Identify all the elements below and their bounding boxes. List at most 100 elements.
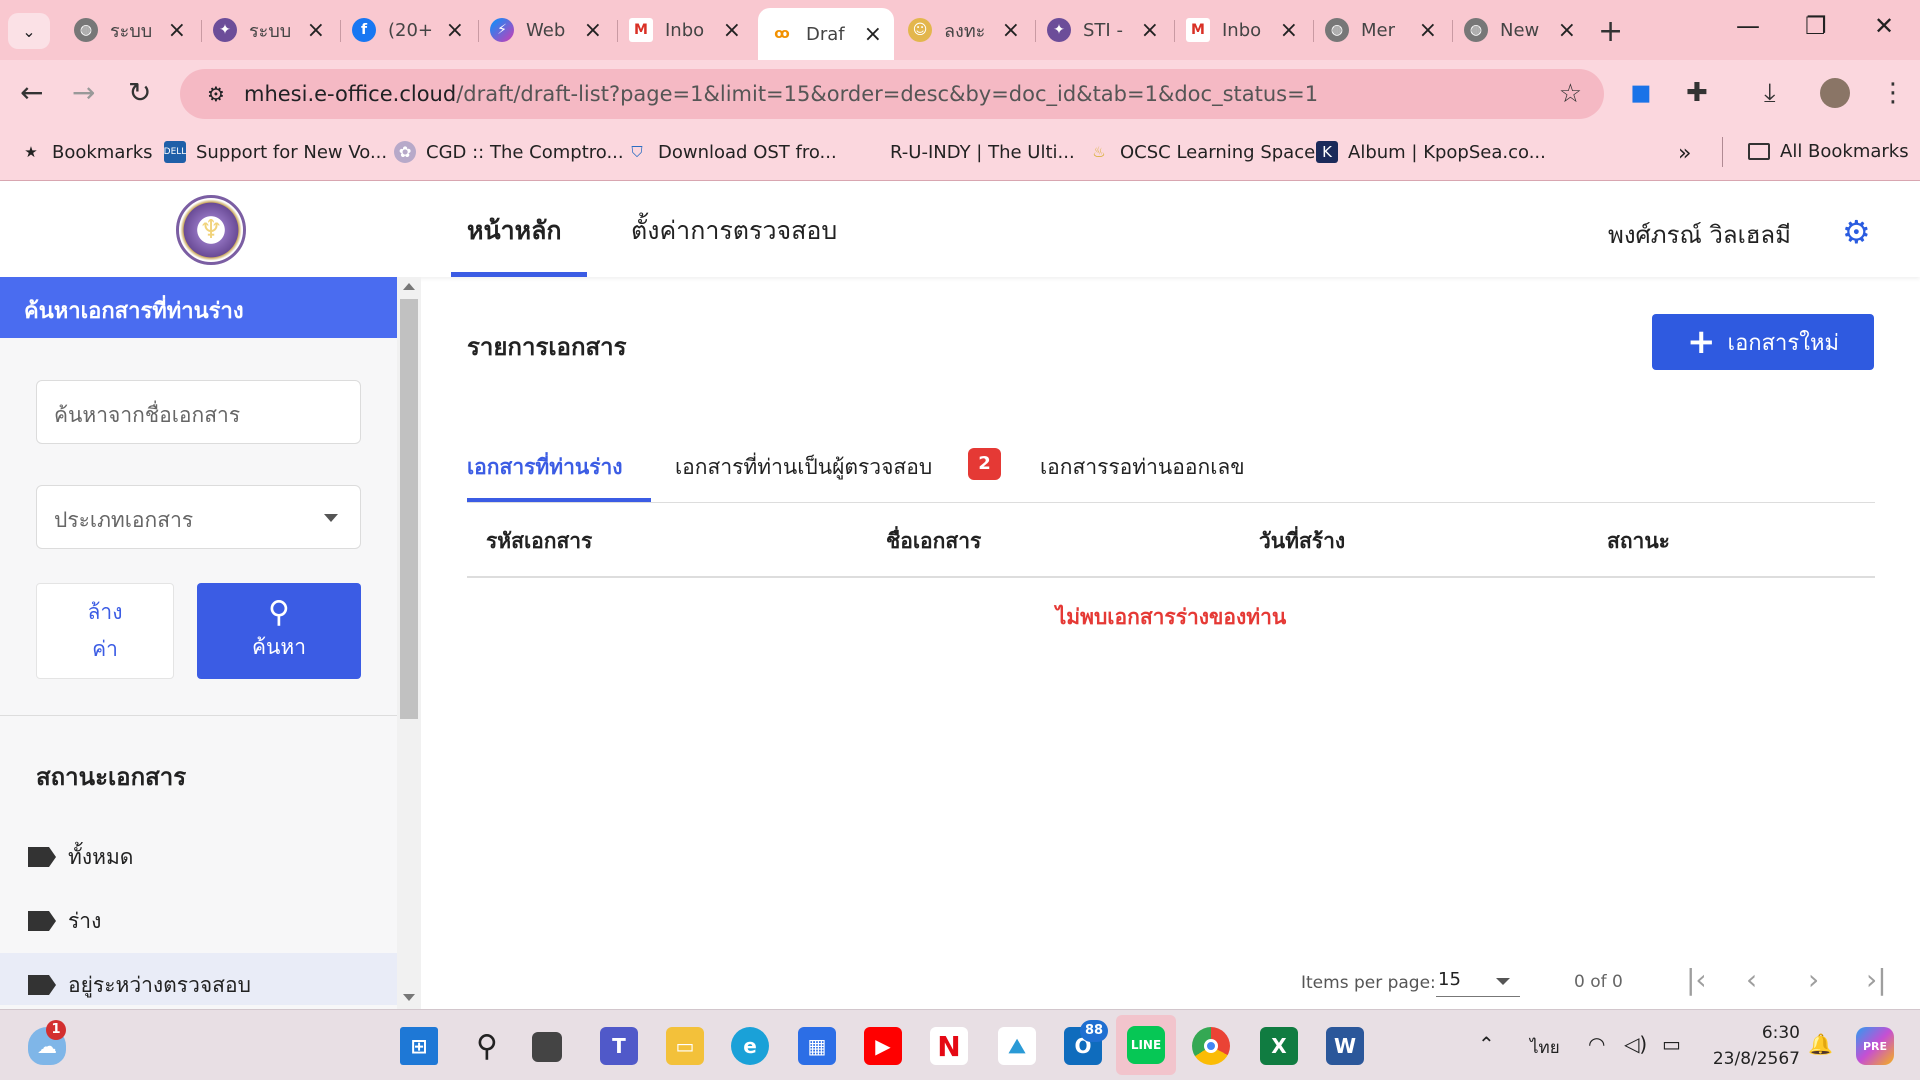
scroll-up-icon[interactable] <box>403 283 415 290</box>
extensions-puzzle-icon[interactable]: ✚ <box>1686 78 1708 108</box>
volume-icon[interactable]: ◁) <box>1624 1032 1647 1056</box>
close-icon[interactable]: × <box>723 18 741 43</box>
line-app-frame[interactable]: LINE <box>1116 1015 1176 1075</box>
tab-reviewer-documents[interactable]: เอกสารที่ท่านเป็นผู้ตรวจสอบ <box>675 451 932 484</box>
bookmark-item[interactable]: ♨ OCSC Learning Space <box>1088 141 1315 163</box>
more-bookmarks-button[interactable]: » <box>1678 141 1691 166</box>
back-button[interactable]: ← <box>20 76 43 109</box>
chrome-icon[interactable] <box>1192 1027 1230 1065</box>
close-icon[interactable]: × <box>584 18 602 43</box>
profile-avatar[interactable] <box>1820 78 1850 108</box>
address-bar[interactable]: ⚙ mhesi.e-office.cloud/draft/draft-list?… <box>180 69 1604 119</box>
column-header-doc-name[interactable]: ชื่อเอกสาร <box>886 525 981 558</box>
chevron-up-icon[interactable]: ⌃ <box>1478 1032 1495 1056</box>
bookmark-label: Support for New Vo... <box>196 141 388 163</box>
sidebar-scrollbar[interactable] <box>397 277 421 1009</box>
column-header-doc-id[interactable]: รหัสเอกสาร <box>486 525 592 558</box>
close-icon[interactable]: × <box>1141 18 1159 43</box>
browser-tab-active[interactable]: ꝏ Draf × <box>758 8 894 60</box>
close-icon[interactable]: × <box>1558 18 1576 43</box>
minimize-button[interactable]: — <box>1736 12 1760 40</box>
scroll-down-icon[interactable] <box>403 994 415 1001</box>
new-tab-button[interactable]: + <box>1598 14 1623 49</box>
column-header-created-date[interactable]: วันที่สร้าง <box>1259 525 1345 558</box>
next-page-icon[interactable]: › <box>1808 963 1819 996</box>
search-icon[interactable]: ⚲ <box>468 1027 506 1065</box>
forward-button[interactable]: → <box>72 76 95 109</box>
all-bookmarks-button[interactable]: All Bookmarks <box>1748 141 1909 162</box>
browser-tab[interactable]: ◍ Mer × <box>1313 8 1449 52</box>
new-document-button[interactable]: + เอกสารใหม่ <box>1652 314 1874 370</box>
browser-tab[interactable]: ☺ ลงทะ × <box>896 8 1032 52</box>
close-icon[interactable]: × <box>168 18 186 43</box>
reload-button[interactable]: ↻ <box>128 76 151 109</box>
tab-title: Mer <box>1361 19 1396 41</box>
clock[interactable]: 6:30 23/8/2567 <box>1700 1020 1800 1072</box>
start-icon[interactable]: ⊞ <box>400 1027 438 1065</box>
download-icon[interactable]: ⤓ <box>1764 78 1776 109</box>
copilot-icon[interactable]: PRE <box>1856 1027 1894 1065</box>
status-item-in-review[interactable]: อยู่ระหว่างตรวจสอบ <box>0 953 397 1005</box>
column-header-status[interactable]: สถานะ <box>1607 525 1670 558</box>
tab-search-button[interactable]: ⌄ <box>8 13 50 49</box>
shield-icon: ⛉ <box>631 143 643 161</box>
browser-tab[interactable]: ◍ New × <box>1452 8 1588 52</box>
bookmark-star-icon[interactable]: ☆ <box>1559 79 1582 109</box>
bookmark-item[interactable]: ★ Bookmarks <box>20 141 152 163</box>
edge-icon[interactable]: e <box>731 1027 769 1065</box>
items-per-page-select[interactable]: 15 <box>1436 969 1520 997</box>
ministry-logo[interactable]: ♆ <box>176 195 246 265</box>
bookmark-item[interactable]: DELL Support for New Vo... <box>164 141 387 163</box>
browser-tab[interactable]: ✦ STI - × <box>1035 8 1171 52</box>
first-page-icon[interactable]: |‹ <box>1686 963 1707 996</box>
gear-icon[interactable]: ⚙ <box>1842 213 1871 251</box>
tab-my-drafts[interactable]: เอกสารที่ท่านร่าง <box>467 451 623 484</box>
close-icon[interactable]: × <box>1002 18 1020 43</box>
nav-home[interactable]: หน้าหลัก <box>467 211 562 251</box>
battery-icon[interactable]: ▭ <box>1662 1032 1681 1056</box>
close-icon[interactable]: × <box>1280 18 1298 43</box>
youtube-icon[interactable]: ▶ <box>864 1027 902 1065</box>
netflix-icon[interactable]: N <box>930 1027 968 1065</box>
bookmark-item[interactable]: ⛉ Download OST fro... <box>626 141 836 163</box>
tab-awaiting-number[interactable]: เอกสารรอท่านออกเลข <box>1040 451 1245 484</box>
excel-icon[interactable]: X <box>1260 1027 1298 1065</box>
status-item-all[interactable]: ทั้งหมด <box>0 825 397 877</box>
browser-tab[interactable]: ◍ ระบบ × <box>62 8 198 52</box>
bookmark-item[interactable]: ✿ CGD :: The Comptro... <box>394 141 624 163</box>
language-indicator[interactable]: ไทย <box>1530 1034 1560 1061</box>
close-icon[interactable]: × <box>446 18 464 43</box>
word-icon[interactable]: W <box>1326 1027 1364 1065</box>
browser-tab[interactable]: ✦ ระบบ × <box>201 8 337 52</box>
scrollbar-thumb[interactable] <box>400 299 418 719</box>
search-button[interactable]: ⚲ ค้นหา <box>197 583 361 679</box>
document-type-select[interactable]: ประเภทเอกสาร <box>36 485 361 549</box>
browser-tab[interactable]: ⚡ Web × <box>478 8 614 52</box>
site-info-icon[interactable]: ⚙ <box>198 76 234 112</box>
more-menu-icon[interactable]: ⋮ <box>1880 78 1906 108</box>
bell-icon[interactable]: 🔔 <box>1808 1032 1833 1056</box>
browser-tab[interactable]: M Inbo × <box>1174 8 1310 52</box>
close-window-button[interactable]: ✕ <box>1874 12 1894 40</box>
teams-icon[interactable]: T <box>600 1027 638 1065</box>
bookmark-item[interactable]: K Album | KpopSea.co... <box>1316 141 1546 163</box>
browser-tab[interactable]: f (20+ × <box>340 8 476 52</box>
close-icon[interactable]: × <box>307 18 325 43</box>
close-icon[interactable]: × <box>1419 18 1437 43</box>
restore-button[interactable]: ❐ <box>1805 12 1827 40</box>
file-explorer-icon[interactable]: ▭ <box>666 1027 704 1065</box>
status-item-draft[interactable]: ร่าง <box>0 889 397 941</box>
task-view-icon[interactable] <box>532 1032 562 1062</box>
previous-page-icon[interactable]: ‹ <box>1746 963 1757 996</box>
clear-button[interactable]: ล้าง ค่า <box>36 583 174 679</box>
bookmark-item[interactable]: R-U-INDY | The Ulti... <box>858 141 1075 163</box>
store-icon[interactable]: ▦ <box>798 1027 836 1065</box>
browser-tab[interactable]: M Inbo × <box>617 8 753 52</box>
close-icon[interactable]: × <box>864 22 882 47</box>
nav-review-settings[interactable]: ตั้งค่าการตรวจสอบ <box>631 211 837 251</box>
document-name-search-input[interactable]: ค้นหาจากชื่อเอกสาร <box>36 380 361 444</box>
wifi-icon[interactable]: ◠ <box>1588 1032 1605 1056</box>
last-page-icon[interactable]: ›| <box>1866 963 1887 996</box>
photos-icon[interactable]: ⛰ <box>998 1027 1036 1065</box>
extension-icon[interactable]: ◼ <box>1630 78 1652 108</box>
